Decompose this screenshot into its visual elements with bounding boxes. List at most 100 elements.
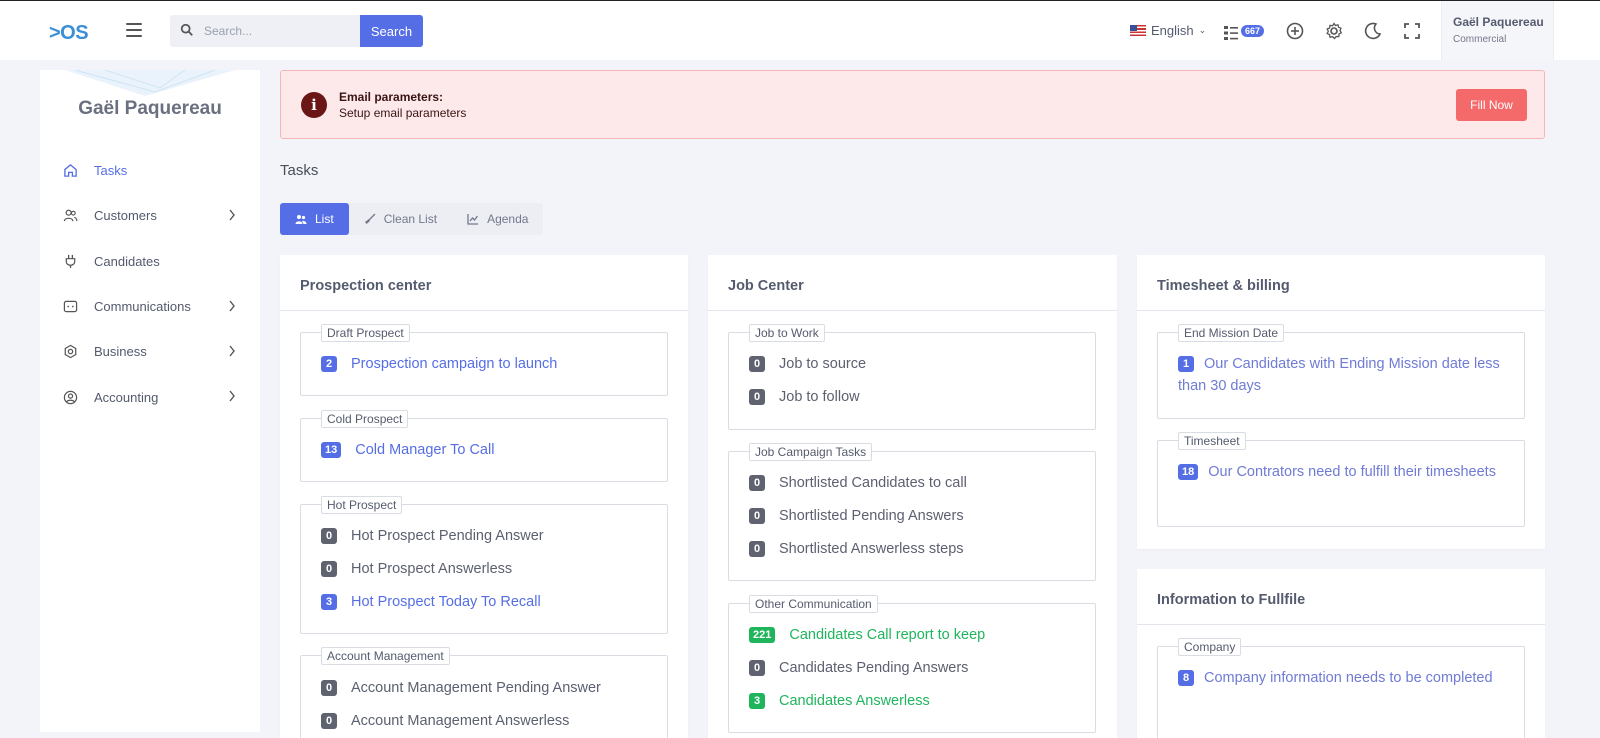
task-row[interactable]: 8 Company information needs to be complet… [1178,667,1508,689]
task-row[interactable]: 0 Shortlisted Candidates to call [749,472,967,494]
fill-now-button[interactable]: Fill Now [1456,89,1527,121]
group-legend: Timesheet [1178,432,1246,450]
search-input[interactable] [204,21,354,41]
search-icon [180,23,193,36]
divider [1137,624,1545,625]
task-link[interactable]: Hot Prospect Today To Recall [351,591,541,613]
task-row[interactable]: 2 Prospection campaign to launch [321,353,557,375]
sidebar-decoration [65,70,235,96]
home-icon [64,164,77,177]
task-link[interactable]: Job to source [779,353,866,375]
count-badge: 13 [321,442,342,458]
task-link[interactable]: Prospection campaign to launch [351,353,557,375]
fullscreen-icon[interactable] [1402,21,1422,41]
tab-label: Agenda [487,212,529,226]
plug-icon [65,254,76,268]
other-communication-group: Other Communication 221 Candidates Call … [728,595,1096,733]
task-row[interactable]: 13 Cold Manager To Call [321,439,494,461]
task-link[interactable]: Candidates Answerless [779,690,930,712]
task-link[interactable]: Shortlisted Pending Answers [779,505,964,527]
notification-count-badge: 667 [1241,25,1265,37]
sidebar-item-label: Communications [94,299,191,315]
count-badge: 0 [749,389,765,405]
task-link[interactable]: Candidates Pending Answers [779,657,968,679]
task-link[interactable]: Company information needs to be complete… [1204,670,1493,686]
task-row[interactable]: 0 Shortlisted Answerless steps [749,538,964,560]
info-icon: i [301,92,327,118]
task-row[interactable]: 0 Shortlisted Pending Answers [749,505,964,527]
count-badge: 8 [1178,670,1194,686]
cold-prospect-group: Cold Prospect 13 Cold Manager To Call [300,410,668,482]
task-link[interactable]: Hot Prospect Answerless [351,558,512,580]
group-legend: Other Communication [749,595,878,613]
task-link[interactable]: Shortlisted Candidates to call [779,472,967,494]
task-link[interactable]: Hot Prospect Pending Answer [351,525,544,547]
task-link[interactable]: Our Contrators need to fulfill their tim… [1208,464,1496,480]
menu-toggle-icon[interactable] [126,23,142,37]
user-menu[interactable]: Gaël Paquereau Commercial [1441,1,1554,61]
sidebar-item-accounting[interactable]: Accounting [40,374,260,419]
count-badge: 0 [749,508,765,524]
tab-clean-list[interactable]: Clean List [349,203,452,235]
dark-mode-moon-icon[interactable] [1363,21,1383,41]
task-link[interactable]: Candidates Call report to keep [789,624,985,646]
us-flag-icon [1130,25,1146,36]
task-row[interactable]: 0 Job to follow [749,386,860,408]
sidebar-item-label: Business [94,344,147,360]
hot-prospect-group: Hot Prospect 0 Hot Prospect Pending Answ… [300,496,668,634]
settings-gear-icon[interactable] [1324,21,1344,41]
card-title: Timesheet & billing [1157,278,1290,294]
end-mission-date-group: End Mission Date 1 Our Candidates with En… [1157,324,1525,419]
search-button[interactable]: Search [360,15,423,47]
app-logo[interactable]: >OS [49,22,89,45]
tab-agenda[interactable]: Agenda [452,203,543,235]
tab-list[interactable]: List [280,203,349,235]
group-legend: Account Management [321,647,450,665]
group-legend: Job Campaign Tasks [749,443,873,461]
top-bar: >OS Search English ⌄ 667 Gaël Paquereau … [0,0,1600,61]
tab-label: Clean List [383,212,438,226]
task-link[interactable]: Job to follow [779,386,860,408]
job-center-card: Job Center Job to Work 0 Job to source 0… [708,255,1117,738]
task-link[interactable]: Account Management Answerless [351,710,569,732]
count-badge: 2 [321,356,337,372]
chevron-right-icon [229,391,235,402]
sidebar-item-customers[interactable]: Customers [40,193,260,238]
alert-title: Email parameters: [339,90,444,104]
sidebar-item-label: Accounting [94,389,159,405]
sidebar-item-communications[interactable]: Communications [40,284,260,329]
language-label: English [1151,23,1194,38]
task-row[interactable]: 0 Hot Prospect Answerless [321,558,512,580]
sidebar-nav: Tasks Customers Candidates Communication… [40,148,260,420]
task-link[interactable]: Shortlisted Answerless steps [779,538,964,560]
group-legend: End Mission Date [1178,324,1285,342]
task-row[interactable]: 3 Candidates Answerless [749,690,930,712]
count-badge: 0 [749,660,765,676]
task-link[interactable]: Our Candidates with Ending Mission date … [1178,356,1500,394]
task-row[interactable]: 1 Our Candidates with Ending Mission date… [1178,353,1508,397]
page-title: Tasks [280,162,319,179]
task-link[interactable]: Account Management Pending Answer [351,677,601,699]
cog-icon [64,345,77,359]
task-row[interactable]: 0 Candidates Pending Answers [749,657,968,679]
group-legend: Company [1178,638,1242,656]
add-circle-icon[interactable] [1285,21,1305,41]
task-row[interactable]: 221 Candidates Call report to keep [749,624,985,646]
language-selector[interactable]: English ⌄ [1130,23,1206,38]
task-row[interactable]: 3 Hot Prospect Today To Recall [321,591,541,613]
task-link[interactable]: Cold Manager To Call [355,439,494,461]
sidebar-item-candidates[interactable]: Candidates [40,239,260,284]
task-row[interactable]: 0 Job to source [749,353,866,375]
sidebar-item-tasks[interactable]: Tasks [40,148,260,193]
sidebar-item-business[interactable]: Business [40,329,260,374]
task-row[interactable]: 18 Our Contrators need to fulfill their t… [1178,461,1508,483]
broom-icon [364,213,376,224]
group-legend: Draft Prospect [321,324,410,342]
draft-prospect-group: Draft Prospect 2 Prospection campaign to… [300,324,668,396]
task-row[interactable]: 0 Hot Prospect Pending Answer [321,525,544,547]
task-row[interactable]: 0 Account Management Pending Answer [321,677,601,699]
count-badge: 1 [1178,356,1194,372]
count-badge: 18 [1178,464,1199,480]
task-row[interactable]: 0 Account Management Answerless [321,710,569,732]
chat-icon [63,300,78,313]
